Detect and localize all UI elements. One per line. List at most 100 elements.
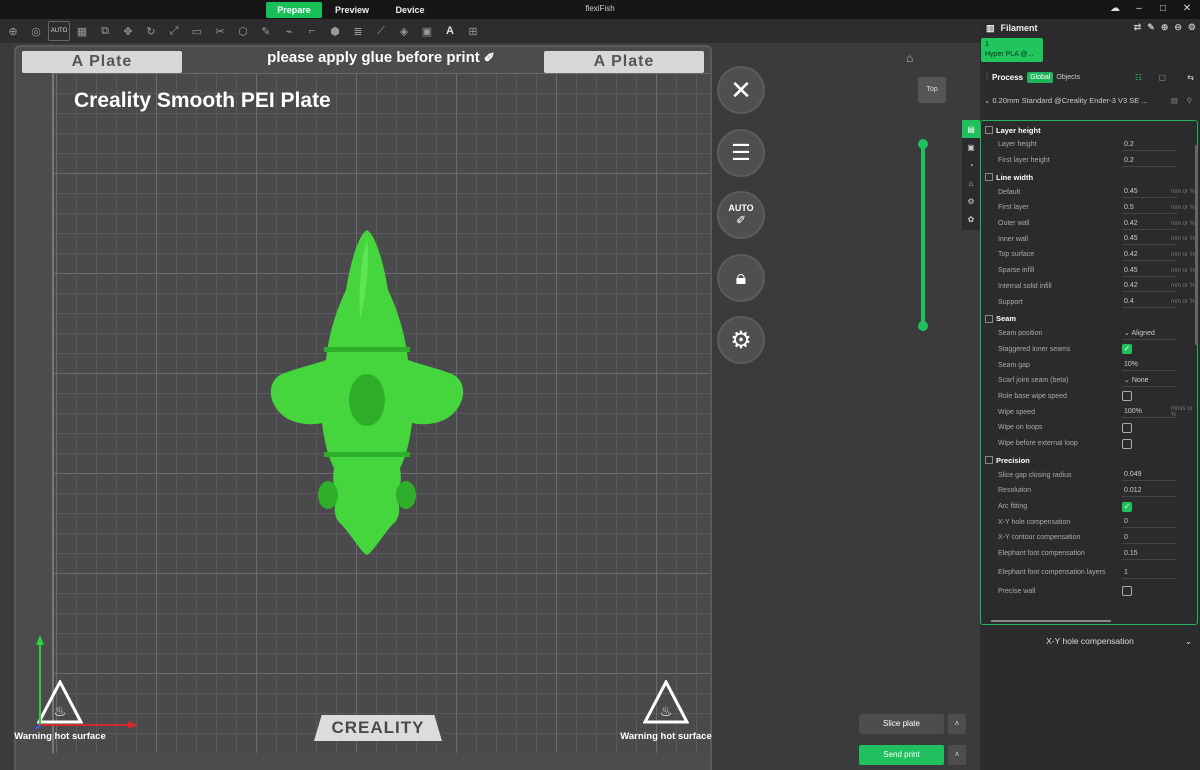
remove-filament-icon[interactable]: ⊖ [1174,22,1182,33]
horizontal-scrollbar[interactable] [991,620,1111,622]
add-object-icon[interactable]: ⊕ [2,21,24,41]
first-layer-height-input[interactable]: 0.2 [1122,155,1177,167]
sparse-infill-input[interactable]: 0.45 [1122,265,1177,277]
vertical-scrollbar[interactable] [1195,145,1198,345]
send-options-button[interactable]: ˄ [948,745,966,765]
elephant-foot-input[interactable]: 0.15 [1122,548,1177,560]
build-plate: A Plate A Plate please apply glue before… [14,45,712,770]
filament-slot-1[interactable]: 1 Hyper PLA @... [981,38,1043,62]
process-expand-icon[interactable]: ⇆ [1187,73,1194,82]
wipe-before-checkbox[interactable] [1122,438,1132,449]
settings-list: Layer height Layer height 0.2 First layer… [980,120,1198,625]
outer-wall-input[interactable]: 0.42 [1122,218,1177,230]
add-filament-icon[interactable]: ⊕ [1161,22,1169,33]
xy-hole-input[interactable]: 0 [1122,516,1177,529]
default-width-input[interactable]: 0.45 [1122,186,1177,199]
object-list-button[interactable]: ☰ [717,129,765,177]
cut-icon[interactable]: ✂ [209,21,231,41]
auto-arrange-button[interactable]: AUTO ✐ [717,191,765,239]
close-plate-button[interactable]: ✕ [717,66,765,114]
add-plate-icon[interactable]: ◎ [25,21,47,41]
rotate-icon[interactable]: ↻ [140,21,162,41]
quality-icon[interactable]: ▤ [962,120,980,138]
strength-icon[interactable]: ▣ [962,138,980,156]
layer-slider[interactable] [918,139,928,331]
close-window-button[interactable]: ✕ [1180,2,1194,16]
internal-solid-infill-input[interactable]: 0.42 [1122,280,1177,293]
others-icon[interactable]: ⚙ [962,192,980,210]
search-icon[interactable]: ⚲ [1187,93,1193,109]
arc-fitting-checkbox[interactable]: ✓ [1122,501,1132,512]
wipe-loops-checkbox[interactable] [1122,422,1132,433]
text-icon[interactable]: A [439,21,461,41]
setting-xy-hole: X-Y hole compensation 0 [981,514,1197,530]
support-paint-icon[interactable]: ✎ [255,21,277,41]
cross-section-icon[interactable]: ⊞ [462,21,484,41]
wipe-speed-input[interactable]: 100% [1122,406,1177,419]
slider-bottom-handle[interactable] [918,321,928,331]
layers-icon[interactable]: ≣ [347,21,369,41]
auto-orient-icon[interactable]: AUTO [48,21,70,41]
layer-height-input[interactable]: 0.2 [1122,139,1177,151]
setting-scarf-seam: Scarf joint seam (beta) ⌄ None [981,373,1197,389]
top-surface-input[interactable]: 0.42 [1122,249,1177,261]
slice-gap-input[interactable]: 0.049 [1122,469,1177,482]
slider-top-handle[interactable] [918,139,928,149]
speed-icon[interactable]: ◔ [962,156,980,174]
objects-toggle[interactable]: Objects [1056,74,1080,81]
elephant-layers-input[interactable]: 1 [1122,567,1177,579]
view-cube-top[interactable]: Top [918,77,946,103]
mesh-boolean-icon[interactable]: ⬡ [232,21,254,41]
fish-model[interactable] [262,225,472,559]
filament-icon: ▥ [986,22,995,33]
axis-gizmo [35,635,138,730]
inner-wall-input[interactable]: 0.45 [1122,233,1177,246]
auto-label: AUTO [728,203,754,213]
tab-device[interactable]: Device [382,2,438,18]
support-icon[interactable]: ⌂ [962,174,980,192]
assembly-icon[interactable]: ⬢ [324,21,346,41]
lay-flat-icon[interactable]: ▭ [186,21,208,41]
variable-layer-icon[interactable]: ⟋ [370,21,392,41]
scarf-seam-select[interactable]: ⌄ None [1122,375,1177,387]
measure-icon[interactable]: ⌐ [301,21,323,41]
process-preset-select[interactable]: ⌄ 0.20mm Standard @Creality Ender-3 V3 S… [980,93,1200,109]
send-print-button[interactable]: Send print [859,745,944,765]
cloud-upload-icon[interactable]: ☁ [1108,2,1122,16]
resolution-input[interactable]: 0.012 [1122,485,1177,497]
multimaterial-icon[interactable]: ✿ [962,210,980,228]
scale-icon[interactable]: ⤢ [163,21,185,41]
expand-icon[interactable]: ⌄ [1185,636,1192,647]
seam-position-select[interactable]: ⌄ Aligned [1122,328,1177,340]
seam-paint-icon[interactable]: ⌁ [278,21,300,41]
split-icon[interactable]: ⧉ [94,21,116,41]
slice-plate-button[interactable]: Slice plate [859,714,944,734]
lock-plate-button[interactable]: 🔒︎ [717,254,765,302]
support-width-input[interactable]: 0.4 [1122,296,1177,309]
slice-options-button[interactable]: ˄ [948,714,966,734]
plate-settings-button[interactable]: ⚙ [717,316,765,364]
maximize-button[interactable]: □ [1156,2,1170,16]
home-view-icon[interactable]: ⌂ [906,51,913,65]
move-icon[interactable]: ✥ [117,21,139,41]
global-toggle[interactable]: Global [1027,71,1054,83]
staggered-seams-checkbox[interactable]: ✓ [1122,344,1132,355]
sync-icon[interactable]: ⇄ [1134,22,1142,33]
precise-wall-checkbox[interactable] [1122,586,1132,597]
svg-icon[interactable]: ▣ [416,21,438,41]
3d-viewport[interactable]: A Plate A Plate please apply glue before… [0,43,980,770]
tab-preview[interactable]: Preview [324,2,380,18]
process-copy-icon[interactable]: ▢ [1158,73,1166,82]
process-compare-icon[interactable]: ☷ [1135,73,1142,82]
brush-icon[interactable]: ✎ [1147,22,1155,33]
minimize-button[interactable]: – [1132,2,1146,16]
xy-contour-input[interactable]: 0 [1122,532,1177,544]
first-layer-width-input[interactable]: 0.5 [1122,202,1177,214]
seam-gap-input[interactable]: 10% [1122,359,1177,372]
arrange-icon[interactable]: ▦ [71,21,93,41]
role-wipe-checkbox[interactable] [1122,391,1132,402]
filament-settings-icon[interactable]: ⚙ [1188,22,1196,33]
tab-prepare[interactable]: Prepare [266,2,322,18]
save-preset-icon[interactable]: ▤ [1171,93,1178,109]
emboss-icon[interactable]: ◈ [393,21,415,41]
